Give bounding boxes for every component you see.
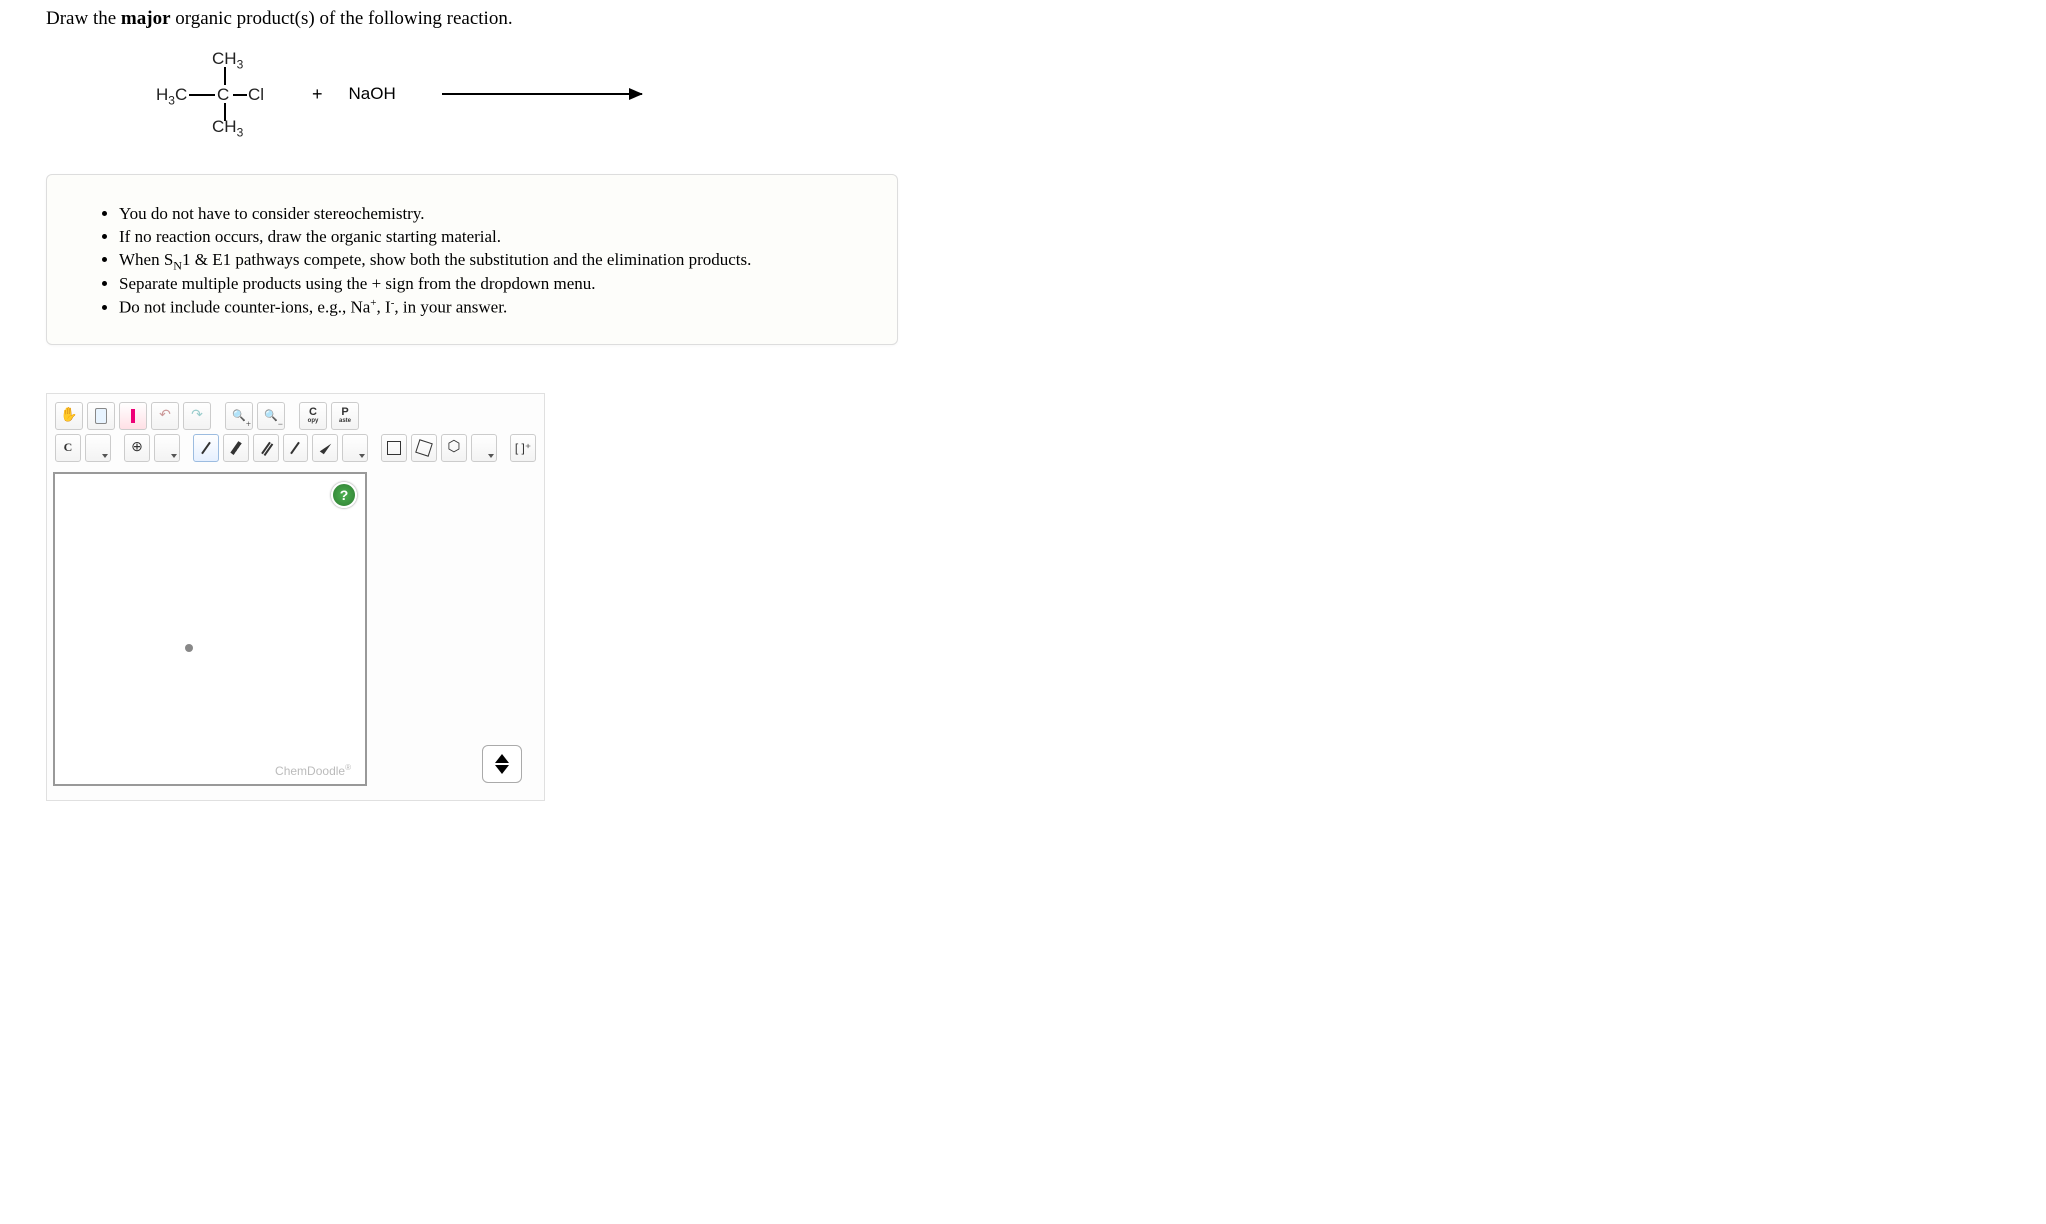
copy-button[interactable]: Copy xyxy=(299,402,327,430)
ring-square-tool[interactable] xyxy=(381,434,407,462)
structure-editor: Copy Paste C xyxy=(46,393,545,801)
element-picker[interactable]: C xyxy=(55,434,81,462)
instruction-item: Separate multiple products using the + s… xyxy=(119,273,867,296)
stepper-up-icon xyxy=(495,754,509,763)
undo-button[interactable] xyxy=(151,402,179,430)
reactant-structure: CH3 H3C C Cl CH3 xyxy=(156,49,286,139)
redo-button[interactable] xyxy=(183,402,211,430)
bracket-tool[interactable]: [ ]⁺ xyxy=(510,434,536,462)
recessed-bond-tool[interactable] xyxy=(223,434,249,462)
instruction-item: Do not include counter-ions, e.g., Na+, … xyxy=(119,296,867,320)
drawing-canvas[interactable]: ? ChemDoodle® xyxy=(53,472,367,786)
instruction-item: When SN1 & E1 pathways compete, show bot… xyxy=(119,249,867,274)
plus-sign: + xyxy=(312,84,323,105)
structure-stepper[interactable] xyxy=(482,745,522,783)
zoom-in-button[interactable] xyxy=(225,402,253,430)
reagent: NaOH xyxy=(349,84,396,104)
double-bond-tool[interactable] xyxy=(253,434,279,462)
charge-tool[interactable] xyxy=(124,434,150,462)
canvas-placeholder-dot xyxy=(185,644,193,652)
instructions-box: You do not have to consider stereochemis… xyxy=(46,174,898,345)
reaction-arrow xyxy=(442,93,642,95)
paste-button[interactable]: Paste xyxy=(331,402,359,430)
stepper-down-icon xyxy=(495,765,509,774)
bond-dropdown[interactable] xyxy=(342,434,368,462)
instruction-item: If no reaction occurs, draw the organic … xyxy=(119,226,867,249)
ring-pentagon-tool[interactable] xyxy=(411,434,437,462)
toolbar-row-1: Copy Paste xyxy=(53,400,538,432)
reaction-row: CH3 H3C C Cl CH3 + NaOH xyxy=(46,44,2046,144)
pan-tool[interactable] xyxy=(55,402,83,430)
chemdoodle-brand: ChemDoodle® xyxy=(275,763,351,778)
charge-dropdown[interactable] xyxy=(154,434,180,462)
element-dropdown[interactable] xyxy=(85,434,111,462)
single-bond-tool[interactable] xyxy=(193,434,219,462)
instruction-item: You do not have to consider stereochemis… xyxy=(119,203,867,226)
select-tool[interactable] xyxy=(87,402,115,430)
help-button[interactable]: ? xyxy=(331,482,357,508)
ring-dropdown[interactable] xyxy=(471,434,497,462)
zoom-out-button[interactable] xyxy=(257,402,285,430)
erase-tool[interactable] xyxy=(119,402,147,430)
wedge-bond-tool[interactable] xyxy=(312,434,338,462)
toolbar-row-2: C [ ]⁺ xyxy=(53,432,538,464)
triple-bond-tool[interactable] xyxy=(283,434,309,462)
question-text: Draw the major organic product(s) of the… xyxy=(46,8,2046,30)
ring-hexagon-tool[interactable] xyxy=(441,434,467,462)
